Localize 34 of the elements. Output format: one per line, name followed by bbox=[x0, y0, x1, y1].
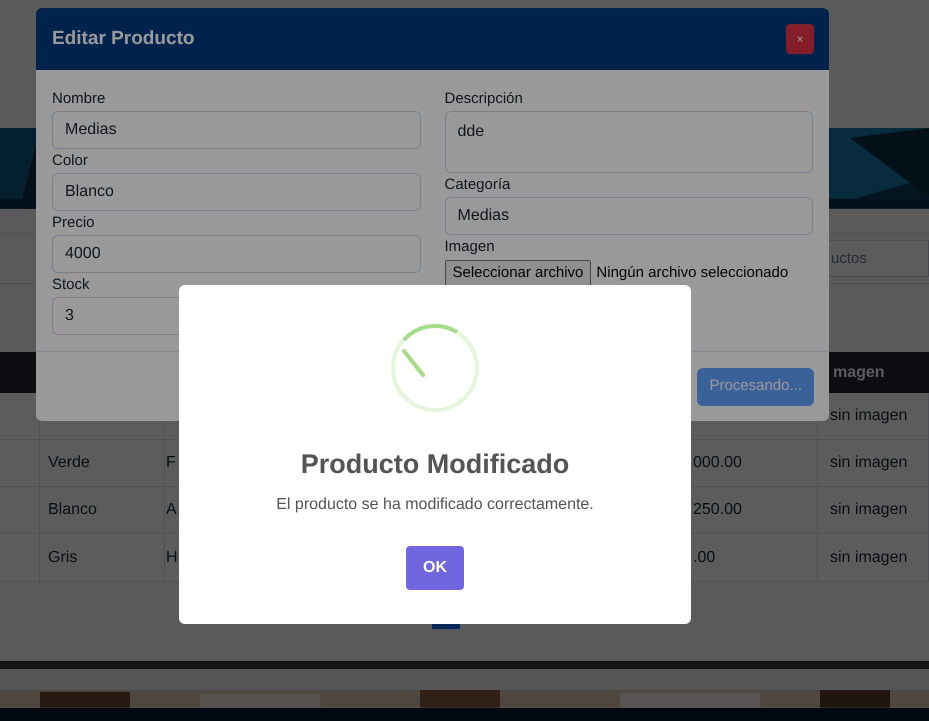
table-cell-text: Gris bbox=[48, 548, 78, 568]
table-cell-text: sin imagen bbox=[830, 500, 908, 520]
field-label: Precio bbox=[52, 213, 96, 233]
choose-file-button[interactable]: Seleccionar archivo bbox=[444, 260, 592, 288]
file-status: Ningún archivo seleccionado bbox=[596, 263, 788, 284]
textarea-field[interactable]: dde bbox=[444, 111, 813, 173]
input-field[interactable]: 4000 bbox=[52, 235, 420, 273]
table-cell-text: sin imagen bbox=[830, 406, 908, 426]
alert-title: Producto Modificado bbox=[300, 448, 570, 481]
dialog-title: Editar Producto bbox=[52, 26, 195, 51]
input-field[interactable]: Blanco bbox=[52, 173, 420, 211]
table-cell-text: F bbox=[166, 453, 176, 474]
table-cell-text: sin imagen bbox=[830, 453, 908, 474]
spinner-icon bbox=[390, 323, 480, 413]
field-label: Color bbox=[52, 151, 89, 171]
table-cell-text: Blanco bbox=[48, 500, 97, 520]
input-field[interactable]: Medias bbox=[52, 111, 420, 149]
input-field[interactable]: Medias bbox=[444, 197, 813, 235]
table-cell-text: .00 bbox=[693, 548, 716, 568]
table-cell-text: 000.00 bbox=[693, 453, 742, 474]
close-button[interactable]: × bbox=[786, 24, 814, 54]
table-cell-text: sin imagen bbox=[830, 548, 908, 568]
ok-button[interactable]: OK bbox=[406, 546, 464, 590]
alert-message: El producto se ha modificado correctamente. bbox=[276, 495, 594, 515]
field-label: Imagen bbox=[444, 237, 496, 257]
column-header: magen bbox=[833, 362, 885, 383]
table-cell-text: Verde bbox=[48, 453, 90, 474]
table-cell-text: H bbox=[166, 548, 178, 568]
field-label: Nombre bbox=[52, 89, 106, 109]
field-label: Descripción bbox=[444, 89, 524, 109]
field-label: Categoría bbox=[444, 175, 512, 195]
table-cell-text: 250.00 bbox=[693, 500, 742, 520]
field-label: Stock bbox=[52, 275, 91, 295]
table-cell-text: A bbox=[166, 500, 177, 520]
